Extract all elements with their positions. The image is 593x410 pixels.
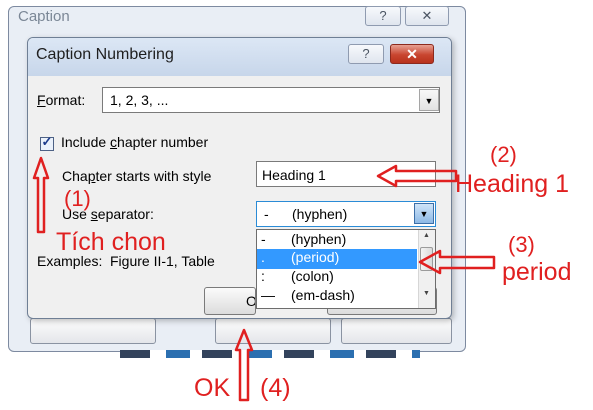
separator-option-colon[interactable]: : (colon): [257, 268, 417, 288]
include-chapter-label-a: Include: [61, 134, 111, 150]
separator-selected-char: -: [264, 206, 269, 222]
scroll-thumb[interactable]: [420, 247, 433, 271]
option-text: (hyphen): [291, 231, 347, 247]
annotation-step-3-number: (3): [508, 232, 535, 257]
help-button[interactable]: ?: [348, 44, 384, 64]
annotation-step-1-number: (1): [64, 186, 91, 211]
chapter-style-label-a: Cha: [62, 168, 88, 184]
option-char: .: [261, 249, 265, 265]
separator-label-accelerator: s: [90, 206, 98, 222]
caption-dialog-button-left[interactable]: [30, 318, 156, 344]
caption-close-button[interactable]: ✕: [405, 6, 449, 26]
caption-dialog-button-middle[interactable]: [215, 318, 331, 344]
document-background-strip: [120, 350, 420, 358]
option-text: (em-dash): [291, 287, 355, 303]
include-chapter-label: Include chapter number: [61, 134, 208, 150]
close-button[interactable]: ✕: [390, 44, 434, 64]
separator-selected-value: (hyphen): [292, 206, 348, 222]
caption-help-button[interactable]: ?: [365, 6, 401, 26]
option-char: —: [261, 287, 275, 303]
annotation-step-2-text: Heading 1: [455, 170, 569, 198]
separator-option-period[interactable]: . (period): [257, 249, 417, 269]
include-chapter-label-accelerator: c: [110, 134, 118, 150]
format-dropdown-arrow-icon[interactable]: ▼: [419, 89, 439, 111]
format-label-text: ormat:: [45, 92, 86, 108]
format-label: Format:: [37, 92, 85, 108]
option-char: -: [261, 231, 266, 247]
separator-label-b: eparator:: [97, 206, 154, 222]
separator-option-hyphen[interactable]: - (hyphen): [257, 231, 417, 251]
scroll-up-arrow-icon[interactable]: ▲: [418, 232, 435, 246]
ok-button[interactable]: O: [204, 287, 256, 315]
separator-dropdown-arrow-icon[interactable]: ▼: [414, 203, 434, 224]
annotation-step-1-text: Tích chon: [56, 228, 166, 256]
dialog-title: Caption Numbering: [36, 46, 174, 63]
include-chapter-label-b: hapter number: [117, 134, 209, 150]
annotation-ok-text: OK: [194, 374, 231, 402]
annotation-step-3-text: period: [502, 258, 572, 286]
option-text: (colon): [291, 268, 334, 284]
annotation-step-2-number: (2): [490, 142, 517, 167]
annotation-step-4-number: (4): [260, 374, 291, 402]
option-text: (period): [291, 249, 340, 265]
separator-dropdown-list: - (hyphen) . (period) : (colon) — (em-dash): [256, 229, 436, 309]
option-char: :: [261, 268, 265, 284]
scroll-down-arrow-icon[interactable]: ▼: [418, 290, 435, 304]
caption-dialog-button-right[interactable]: [341, 318, 452, 344]
format-label-accelerator: F: [37, 92, 46, 108]
chapter-style-label-b: ter starts with style: [95, 168, 212, 184]
format-value: 1, 2, 3, ...: [110, 92, 169, 108]
separator-option-em-dash[interactable]: — (em-dash): [257, 287, 417, 307]
checkmark-icon: ✓: [41, 134, 53, 149]
caption-dialog-title: Caption: [18, 8, 70, 25]
chapter-style-value: Heading 1: [262, 167, 326, 183]
chapter-style-label: Chapter starts with style: [62, 168, 211, 184]
